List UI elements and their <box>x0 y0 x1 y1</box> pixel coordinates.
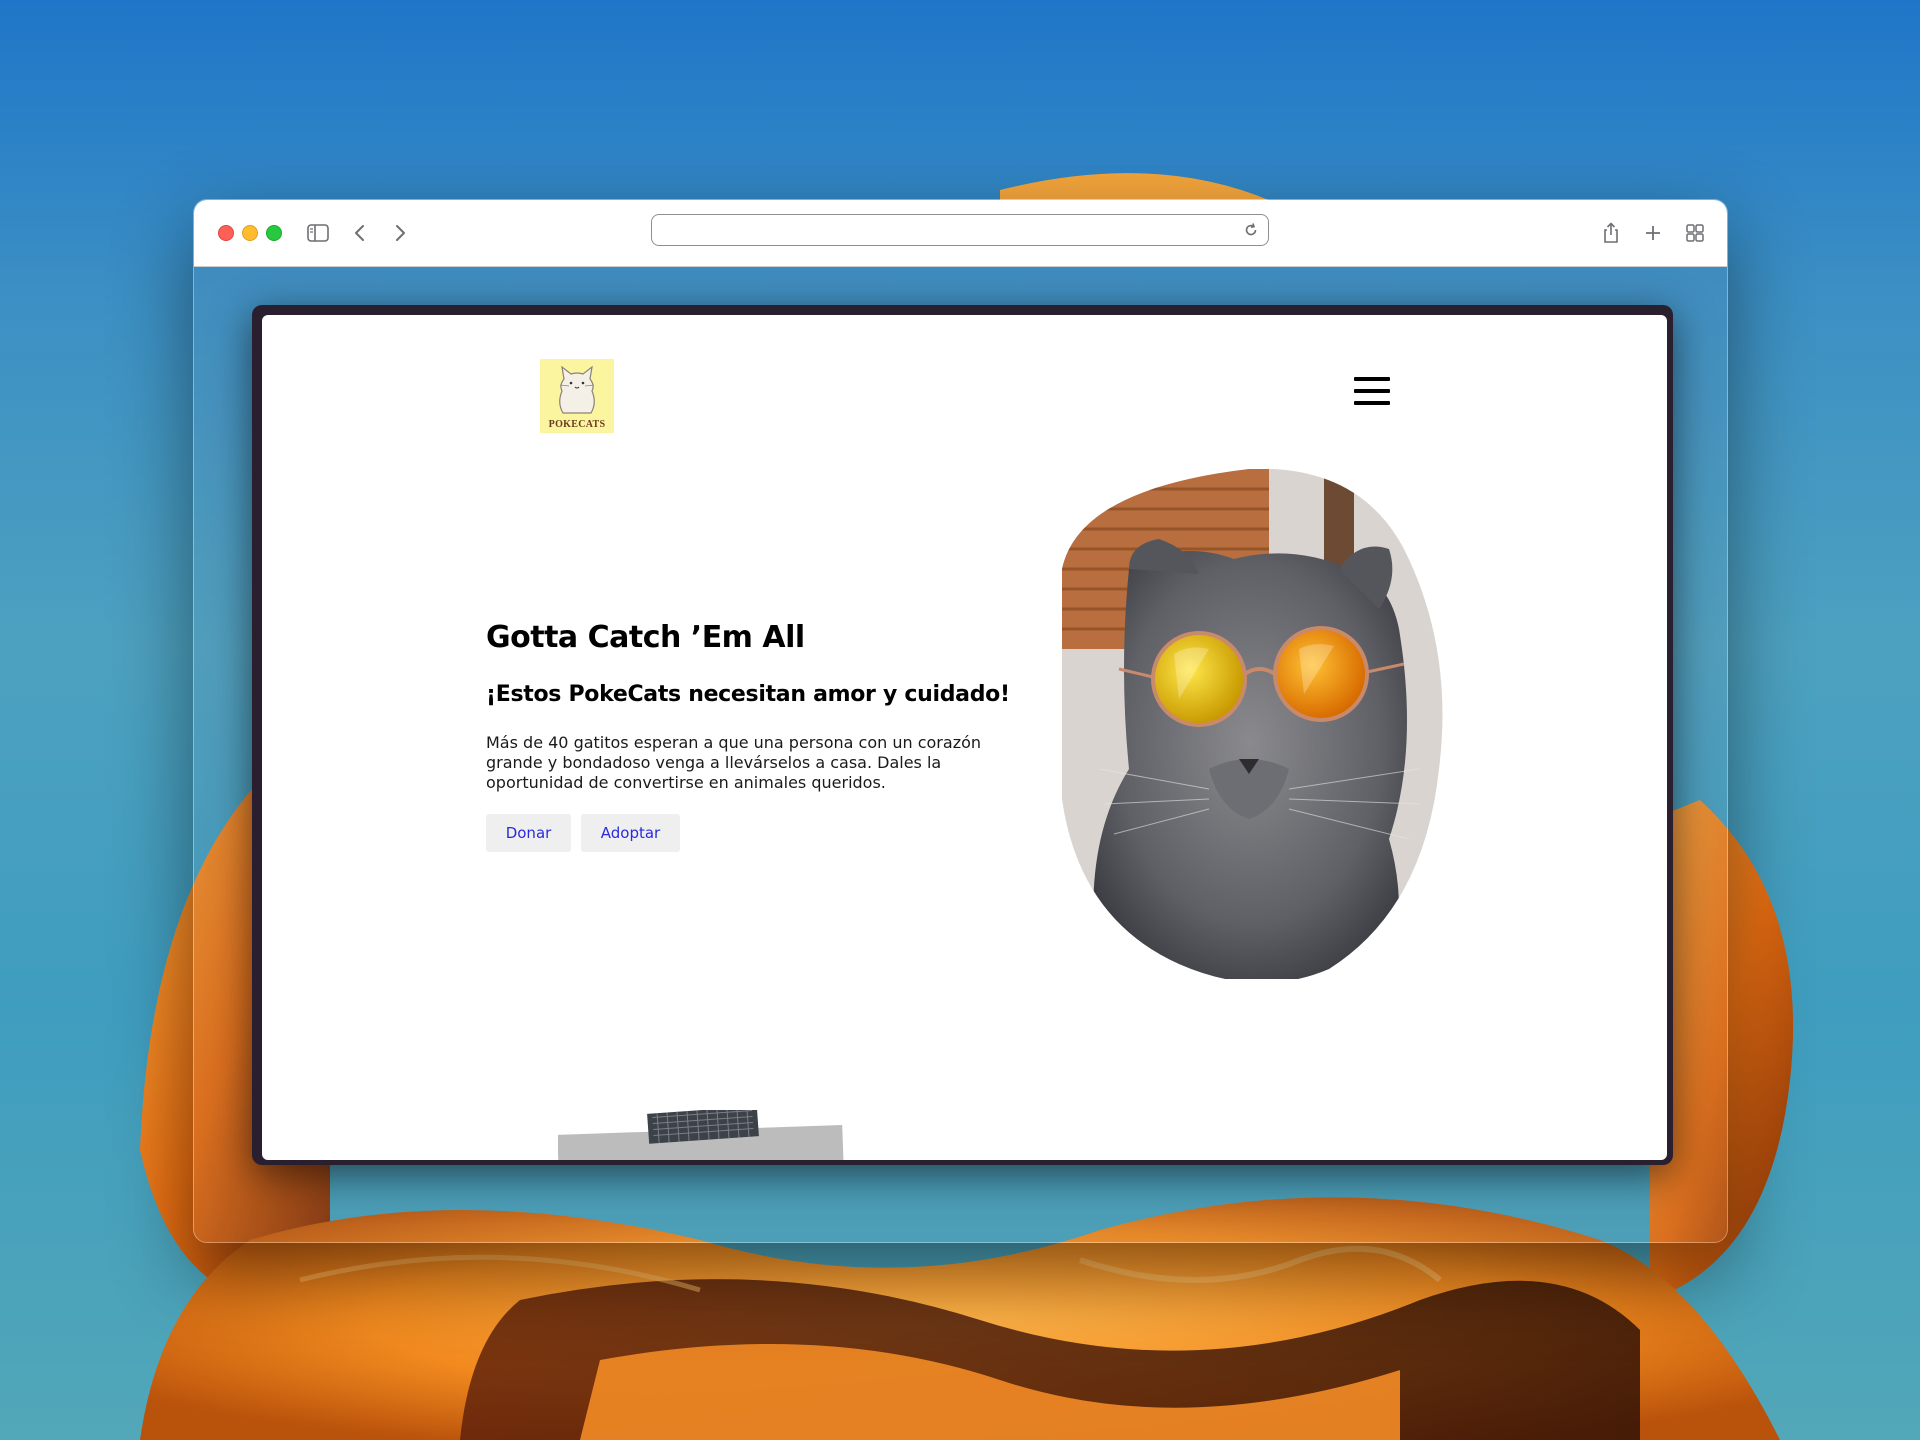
forward-icon[interactable] <box>390 218 412 248</box>
zoom-window-button[interactable] <box>266 225 282 241</box>
logo-text: POKECATS <box>548 419 606 430</box>
device-frame: POKECATS Gotta Catch ’Em All ¡Estos Poke… <box>252 305 1673 1165</box>
photo-card-preview <box>558 1110 844 1160</box>
browser-toolbar <box>194 200 1727 267</box>
address-bar[interactable] <box>651 214 1269 246</box>
website-screen: POKECATS Gotta Catch ’Em All ¡Estos Poke… <box>262 315 1667 1160</box>
share-icon[interactable] <box>1600 218 1622 248</box>
browser-content: POKECATS Gotta Catch ’Em All ¡Estos Poke… <box>194 266 1727 1242</box>
adopt-button[interactable]: Adoptar <box>581 814 680 852</box>
sidebar-icon[interactable] <box>304 218 332 248</box>
hero-subtitle: ¡Estos PokeCats necesitan amor y cuidado… <box>486 682 1010 707</box>
minimize-window-button[interactable] <box>242 225 258 241</box>
cat-with-sunglasses-image <box>1062 469 1443 979</box>
hamburger-menu-icon[interactable] <box>1354 377 1390 407</box>
tab-overview-icon[interactable] <box>1684 218 1706 248</box>
pokecats-logo[interactable]: POKECATS <box>540 359 614 433</box>
cat-logo-icon <box>559 365 595 414</box>
new-tab-icon[interactable] <box>1642 218 1664 248</box>
back-icon[interactable] <box>348 218 370 248</box>
hero-title: Gotta Catch ’Em All <box>486 620 805 655</box>
reload-icon[interactable] <box>1242 221 1260 239</box>
browser-window: POKECATS Gotta Catch ’Em All ¡Estos Poke… <box>193 199 1728 1243</box>
hero-description: Más de 40 gatitos esperan a que una pers… <box>486 733 982 792</box>
close-window-button[interactable] <box>218 225 234 241</box>
donate-button[interactable]: Donar <box>486 814 571 852</box>
